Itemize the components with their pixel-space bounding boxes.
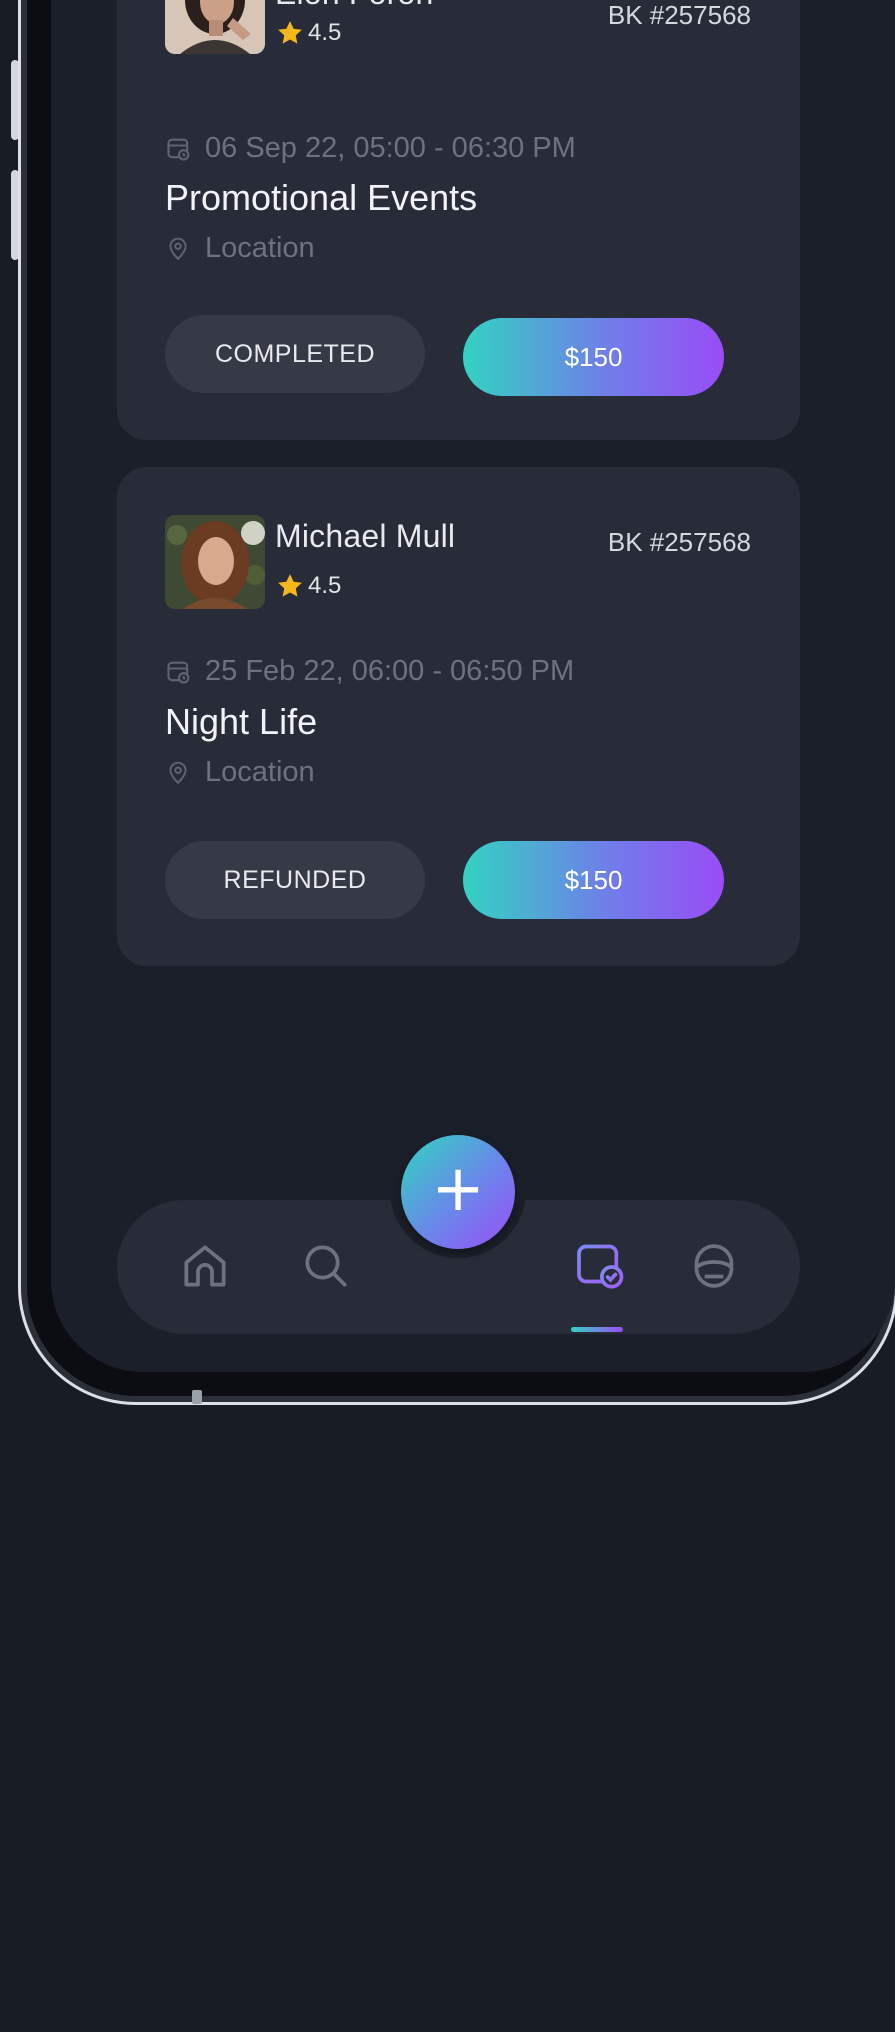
booking-card[interactable]: Michael Mull 4.5 BK #257568 25 Feb 22, 0… bbox=[117, 467, 800, 966]
avatar bbox=[165, 515, 265, 609]
avatar-image bbox=[165, 0, 265, 54]
avatar bbox=[165, 0, 265, 54]
booking-card[interactable]: Elon Foron 4.5 BK #257568 06 Sep 22, 05:… bbox=[117, 0, 800, 440]
star-icon bbox=[278, 574, 302, 597]
home-icon[interactable] bbox=[177, 1238, 233, 1294]
calendar-clock-icon bbox=[167, 661, 190, 684]
location-pin-icon bbox=[169, 761, 187, 784]
event-title: Night Life bbox=[165, 701, 318, 742]
status-badge: REFUNDED bbox=[165, 841, 425, 919]
event-title: Promotional Events bbox=[165, 177, 478, 218]
active-tab-indicator bbox=[571, 1327, 623, 1332]
add-button[interactable]: + bbox=[401, 1135, 515, 1249]
booking-datetime: 06 Sep 22, 05:00 - 06:30 PM bbox=[205, 132, 576, 164]
location-row: Location bbox=[165, 756, 315, 789]
booking-datetime-row: 25 Feb 22, 06:00 - 06:50 PM bbox=[165, 655, 574, 688]
booking-datetime: 25 Feb 22, 06:00 - 06:50 PM bbox=[205, 655, 575, 687]
rating-value: 4.5 bbox=[308, 19, 342, 46]
rating-value: 4.5 bbox=[308, 572, 342, 599]
avatar-image bbox=[165, 515, 265, 609]
profile-icon[interactable] bbox=[686, 1238, 742, 1294]
price-button[interactable]: $150 bbox=[463, 841, 724, 919]
star-icon bbox=[278, 21, 302, 44]
location-text: Location bbox=[205, 232, 315, 264]
rating: 4.5 bbox=[275, 18, 341, 48]
price-button[interactable]: $150 bbox=[463, 318, 724, 396]
rating: 4.5 bbox=[275, 571, 341, 601]
status-badge: COMPLETED bbox=[165, 315, 425, 393]
host-name: Elon Foron bbox=[275, 0, 434, 12]
host-name: Michael Mull bbox=[275, 518, 456, 554]
location-text: Location bbox=[205, 756, 315, 788]
phone-bottom-detail bbox=[192, 1390, 202, 1404]
booking-id: BK #257568 bbox=[607, 527, 751, 557]
plus-icon: + bbox=[431, 1152, 485, 1226]
booking-datetime-row: 06 Sep 22, 05:00 - 06:30 PM bbox=[165, 132, 576, 165]
search-icon[interactable] bbox=[298, 1238, 354, 1294]
calendar-clock-icon bbox=[167, 138, 190, 161]
location-row: Location bbox=[165, 232, 315, 265]
booking-id: BK #257568 bbox=[607, 0, 751, 30]
location-pin-icon bbox=[169, 237, 187, 260]
app-screen: Elon Foron 4.5 BK #257568 06 Sep 22, 05:… bbox=[0, 0, 895, 2032]
calendar-check-icon[interactable] bbox=[572, 1236, 628, 1292]
